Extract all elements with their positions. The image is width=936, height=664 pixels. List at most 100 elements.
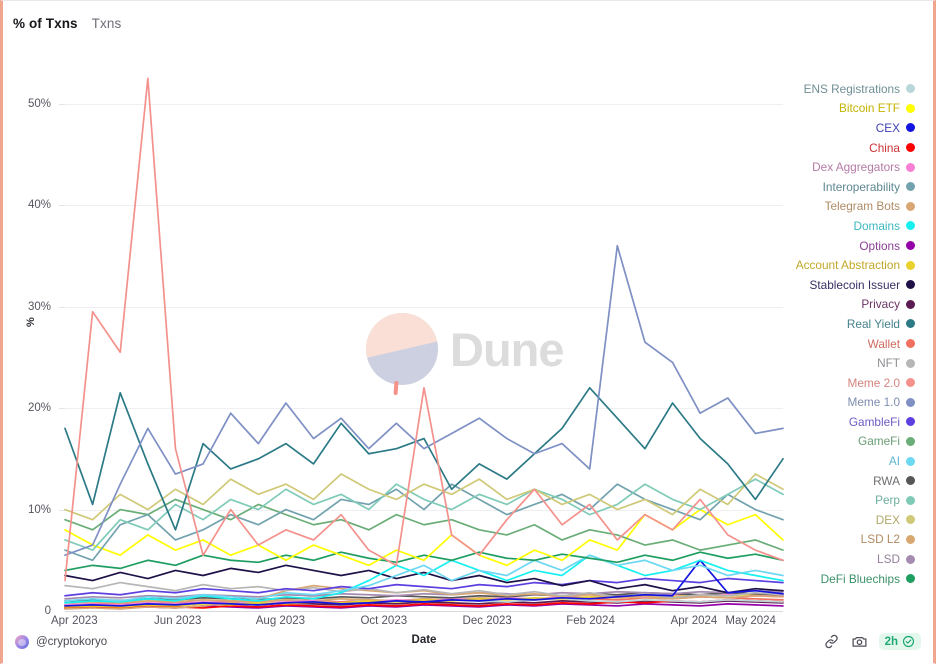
check-circle-icon [902,635,915,648]
legend-item-label: DEX [875,512,900,527]
share-link-icon[interactable] [823,633,840,650]
legend-color-swatch [906,221,915,231]
legend-color-swatch [906,495,915,505]
camera-icon[interactable] [851,633,868,650]
series-line [64,473,784,521]
legend-item[interactable]: RWA [769,471,915,491]
legend-item[interactable]: GambleFi [769,412,915,432]
legend-item[interactable]: CEX [769,118,915,138]
legend-item[interactable]: Privacy [769,295,915,315]
x-axis-tick: Oct 2023 [360,615,408,627]
legend-item[interactable]: Domains [769,216,915,236]
legend-item[interactable]: GameFi [769,432,915,452]
legend-item[interactable]: Bitcoin ETF [769,99,915,119]
legend-item[interactable]: Meme 1.0 [769,393,915,413]
legend-item[interactable]: DEX [769,510,915,530]
legend-color-swatch [906,182,915,192]
legend-item-label: Telegram Bots [824,199,900,214]
legend-item-label: Domains [853,218,900,233]
legend-color-swatch [906,241,915,251]
y-axis-tick: 50% [27,97,51,110]
legend-color-swatch [906,319,915,329]
legend-color-swatch [906,397,915,407]
x-axis-tick: Apr 2024 [670,615,718,627]
x-axis-title: Date [411,634,437,646]
legend-item-label: Meme 1.0 [847,395,900,410]
author-credit: @cryptokoryo [15,635,107,649]
legend-item[interactable]: Options [769,236,915,256]
legend-item-label: LSD L2 [860,532,900,547]
legend-color-swatch [906,280,915,290]
tab-of-txns[interactable]: % of Txns [13,16,78,31]
legend-item[interactable]: LSD L2 [769,530,915,550]
data-freshness-badge[interactable]: 2h [878,633,921,650]
chart-toolbar: 2h [823,633,921,650]
legend-color-swatch [906,260,915,270]
y-axis-title: % [25,317,37,327]
legend-item[interactable]: Stablecoin Issuer [769,275,915,295]
legend-item[interactable]: Telegram Bots [769,197,915,217]
x-axis-tick: Dec 2023 [462,615,512,627]
gridline [65,611,783,612]
legend-color-swatch [906,534,915,544]
y-axis-tick: 10% [27,503,51,516]
legend-item[interactable]: Meme 2.0 [769,373,915,393]
legend-item[interactable]: Perp [769,490,915,510]
legend-item-label: Meme 2.0 [847,375,900,390]
legend-item-label: Wallet [867,336,900,351]
series-line [64,554,784,604]
legend-color-swatch [906,417,915,427]
legend-color-swatch [906,339,915,349]
legend-item-label: GambleFi [848,414,900,429]
legend-item[interactable]: Account Abstraction [769,255,915,275]
y-axis-tick: 40% [27,199,51,212]
series-layer [64,53,784,611]
legend-item[interactable]: ENS Registrations [769,79,915,99]
legend-item[interactable]: Interoperability [769,177,915,197]
legend-item[interactable]: Real Yield [769,314,915,334]
plot-area [64,53,784,612]
x-axis-tick: Feb 2024 [566,615,615,627]
legend-color-swatch [906,358,915,368]
legend-item-label: Bitcoin ETF [839,101,900,116]
x-axis-tick: Jun 2023 [154,615,202,627]
avatar-icon [15,635,29,649]
legend-item-label: DeFi Bluechips [820,571,900,586]
legend-color-swatch [906,515,915,525]
legend-color-swatch [906,574,915,584]
legend-color-swatch [906,378,915,388]
y-axis-tick: 20% [27,402,51,415]
legend-item-label: Privacy [861,297,900,312]
legend-item[interactable]: Dex Aggregators [769,157,915,177]
y-axis-tick: 30% [27,300,51,313]
legend-color-swatch [906,84,915,94]
author-handle: @cryptokoryo [36,636,108,648]
x-axis-tick: May 2024 [725,615,776,627]
legend-item[interactable]: DeFi Bluechips [769,569,915,589]
tab-txns[interactable]: Txns [92,16,122,31]
legend-item[interactable]: Wallet [769,334,915,354]
series-line [64,77,784,582]
legend-item[interactable]: LSD [769,549,915,569]
legend-item-label: LSD [877,552,900,567]
legend-item-label: Dex Aggregators [812,160,900,175]
legend-color-swatch [906,123,915,133]
legend-item[interactable]: AI [769,451,915,471]
legend-item-label: Options [859,238,900,253]
legend-item-label: CEX [875,120,900,135]
legend-item-label: China [869,140,900,155]
legend-color-swatch [906,476,915,486]
legend: ENS Registrations Bitcoin ETF CEX China Dex … [769,79,915,588]
metric-tab-group: % of Txns Txns [13,16,121,31]
x-axis-tick: Apr 2023 [50,615,98,627]
legend-color-swatch [906,456,915,466]
series-line [64,478,784,551]
legend-item-label: AI [888,454,900,469]
legend-item-label: Real Yield [846,316,900,331]
legend-item[interactable]: China [769,138,915,158]
x-axis: Apr 2023 Jun 2023 Aug 2023 Oct 2023 Dec 2023… [51,615,783,635]
x-axis-tick: Aug 2023 [255,615,306,627]
legend-item-label: NFT [877,356,900,371]
legend-item-label: Stablecoin Issuer [809,277,901,292]
legend-item[interactable]: NFT [769,353,915,373]
